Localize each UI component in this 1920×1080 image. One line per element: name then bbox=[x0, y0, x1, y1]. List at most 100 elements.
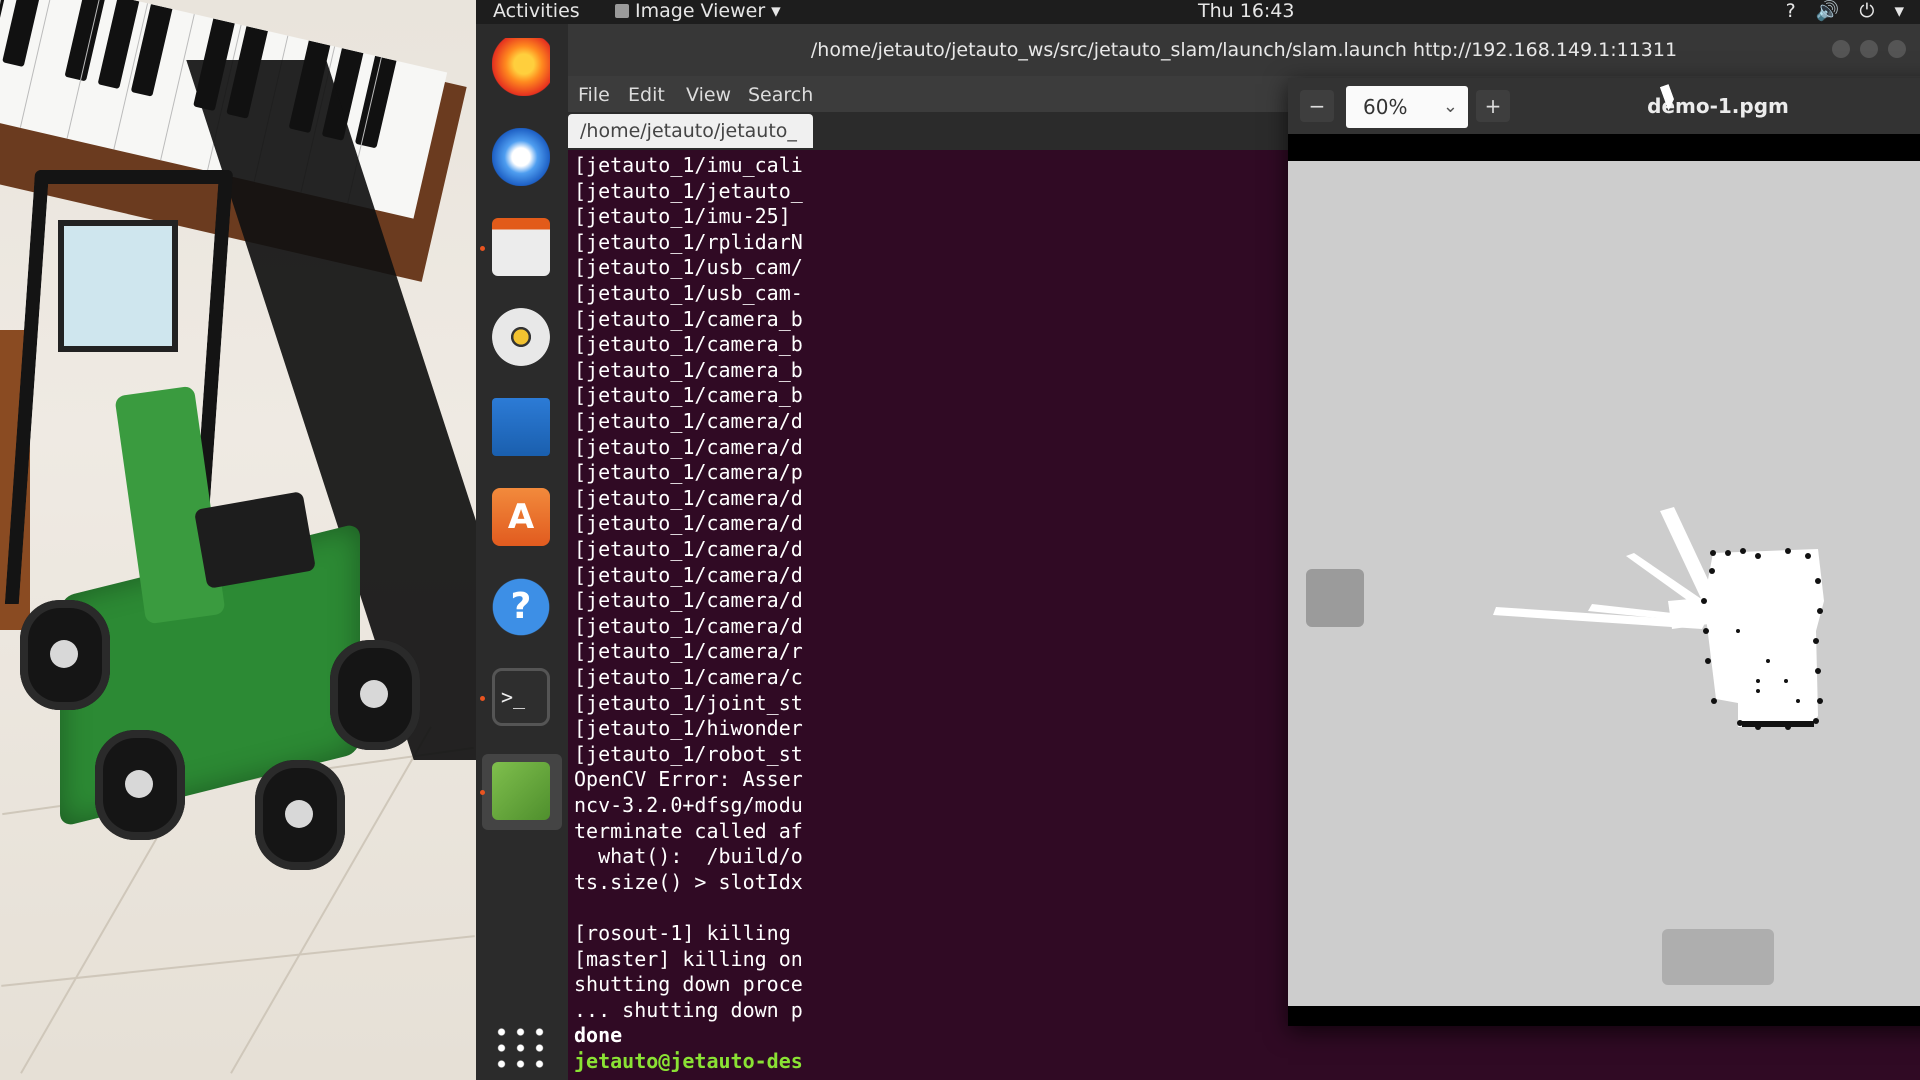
terminal-line: [jetauto_1/camera/d bbox=[574, 562, 803, 587]
zoom-in-button[interactable]: + bbox=[1476, 90, 1510, 122]
clock[interactable]: Thu 16:43 bbox=[1198, 0, 1294, 22]
terminal-line: [jetauto_1/camera/d bbox=[574, 511, 803, 536]
system-tray[interactable]: ? 🔊 ⏻ ▾ bbox=[1786, 0, 1904, 22]
terminal-line: [jetauto_1/camera_b bbox=[574, 357, 803, 382]
terminal-line: [jetauto_1/camera/p bbox=[574, 460, 803, 485]
terminal-icon[interactable]: >_ bbox=[492, 668, 550, 726]
terminal-line: [jetauto_1/usb_cam- bbox=[574, 281, 803, 305]
map-free-space bbox=[1493, 507, 1824, 727]
camera-photo-background bbox=[0, 0, 476, 1080]
terminal-line: [jetauto_1/hiwonder bbox=[574, 716, 803, 741]
show-apps-icon[interactable] bbox=[492, 1024, 550, 1072]
activities-button[interactable]: Activities bbox=[493, 0, 580, 22]
robot-wheel bbox=[95, 730, 185, 840]
zoom-level-dropdown[interactable]: 60% ⌄ bbox=[1346, 86, 1468, 128]
terminal-line: [jetauto_1/imu-25] bbox=[574, 204, 791, 229]
terminal-line: [jetauto_1/camera/d bbox=[574, 434, 803, 459]
map-room-region bbox=[1704, 549, 1824, 727]
image-viewer-icon[interactable] bbox=[492, 762, 550, 820]
terminal-line: ncv-3.2.0+dfsg/modu bbox=[574, 793, 803, 817]
files-icon[interactable] bbox=[492, 218, 550, 276]
terminal-line: [jetauto_1/camera/d bbox=[574, 588, 803, 613]
robot-wheel bbox=[330, 640, 420, 750]
terminal-window-controls bbox=[1832, 40, 1906, 58]
menu-edit[interactable]: Edit bbox=[628, 84, 665, 106]
viewer-headerbar: demo-1.pgm − 60% ⌄ + ⤢ ☰ ✕ bbox=[1288, 78, 1920, 134]
app-menu[interactable]: Image Viewer ▾ bbox=[615, 0, 781, 22]
zoom-out-button[interactable]: − bbox=[1300, 90, 1334, 122]
terminal-line: [jetauto_1/camera/d bbox=[574, 485, 803, 510]
help-icon[interactable]: ? bbox=[492, 578, 550, 636]
help-icon[interactable]: ? bbox=[1786, 0, 1796, 22]
running-indicator bbox=[480, 790, 485, 795]
terminal-line: [jetauto_1/joint_st bbox=[574, 690, 803, 715]
map-obstacle-point bbox=[1785, 548, 1791, 554]
terminal-line: [jetauto_1/rplidarN bbox=[574, 229, 803, 254]
robot-screen bbox=[58, 220, 178, 352]
top-bar: Activities Image Viewer ▾ Thu 16:43 ? 🔊 … bbox=[476, 0, 1920, 24]
terminal-line: ... shutting down p bbox=[574, 997, 803, 1022]
map-obstacle-point bbox=[1705, 658, 1711, 664]
terminal-line: [master] killing on bbox=[574, 946, 803, 971]
chevron-down-icon: ▾ bbox=[771, 0, 781, 22]
image-canvas[interactable] bbox=[1288, 161, 1920, 1006]
app-menu-label: Image Viewer bbox=[635, 0, 766, 22]
map-obstacle-point bbox=[1817, 608, 1823, 614]
terminal-line: what(): /build/o bbox=[574, 844, 803, 869]
terminal-line: [jetauto_1/robot_st bbox=[574, 741, 803, 766]
rhythmbox-icon[interactable] bbox=[492, 308, 550, 366]
close-icon[interactable] bbox=[1888, 40, 1906, 58]
terminal-line: [jetauto_1/camera_b bbox=[574, 306, 803, 331]
map-obstacle-point bbox=[1710, 550, 1716, 556]
chevron-down-icon[interactable]: ▾ bbox=[1894, 0, 1904, 22]
map-obstacle-point bbox=[1766, 659, 1770, 663]
terminal-line: [rosout-1] killing bbox=[574, 921, 791, 945]
map-obstacle-point bbox=[1755, 553, 1761, 559]
map-obstacle-point bbox=[1796, 699, 1800, 703]
menu-view[interactable]: View bbox=[686, 84, 731, 106]
map-obstacle-point bbox=[1736, 629, 1740, 633]
robot-wheel bbox=[20, 600, 110, 710]
terminal-line: shutting down proce bbox=[574, 972, 803, 997]
map-obstacle-point bbox=[1709, 568, 1715, 574]
chevron-down-icon: ⌄ bbox=[1442, 96, 1458, 117]
menu-file[interactable]: File bbox=[578, 84, 610, 106]
volume-icon[interactable]: 🔊 bbox=[1816, 0, 1840, 22]
terminal-line: [jetauto_1/camera_b bbox=[574, 383, 803, 408]
minimize-icon[interactable] bbox=[1832, 40, 1850, 58]
thunderbird-icon[interactable] bbox=[492, 128, 550, 186]
map-obstacle-point bbox=[1817, 698, 1823, 704]
map-wall-segment bbox=[1742, 721, 1814, 727]
terminal-line: [jetauto_1/imu_cali bbox=[574, 153, 803, 177]
map-obstacle-point bbox=[1701, 598, 1707, 604]
ubuntu-desktop: Activities Image Viewer ▾ Thu 16:43 ? 🔊 … bbox=[476, 0, 1920, 1080]
previous-image-button[interactable] bbox=[1306, 569, 1364, 627]
map-obstacle-point bbox=[1784, 679, 1788, 683]
map-obstacle-point bbox=[1711, 698, 1717, 704]
firefox-icon[interactable] bbox=[492, 38, 550, 96]
map-obstacle-point bbox=[1740, 548, 1746, 554]
terminal-tab[interactable]: /home/jetauto/jetauto_ bbox=[568, 114, 813, 148]
terminal-title: /home/jetauto/jetauto_ws/src/jetauto_sla… bbox=[568, 24, 1920, 76]
terminal-line: [jetauto_1/jetauto_ bbox=[574, 178, 803, 203]
terminal-line: [jetauto_1/camera/r bbox=[574, 639, 803, 664]
map-obstacle-point bbox=[1813, 638, 1819, 644]
terminal-line: ts.size() > slotIdx bbox=[574, 869, 803, 894]
power-icon[interactable]: ⏻ bbox=[1859, 0, 1874, 22]
rotate-controls[interactable] bbox=[1662, 929, 1774, 985]
zoom-level: 60% bbox=[1363, 95, 1408, 119]
terminal-line: [jetauto_1/camera/d bbox=[574, 409, 803, 433]
map-obstacle-point bbox=[1756, 679, 1760, 683]
map-obstacle-point bbox=[1815, 578, 1821, 584]
maximize-icon[interactable] bbox=[1860, 40, 1878, 58]
running-indicator bbox=[480, 246, 485, 251]
image-viewer-icon bbox=[615, 4, 629, 18]
terminal-line: [jetauto_1/usb_cam/ bbox=[574, 255, 803, 280]
terminal-line: terminate called af bbox=[574, 818, 803, 843]
software-center-icon[interactable]: A bbox=[492, 488, 550, 546]
dock: A ? >_ bbox=[476, 24, 568, 1080]
map-obstacle-point bbox=[1725, 550, 1731, 556]
writer-icon[interactable] bbox=[492, 398, 550, 456]
terminal-line: [jetauto_1/camera/d bbox=[574, 613, 803, 638]
menu-search[interactable]: Search bbox=[748, 84, 813, 106]
